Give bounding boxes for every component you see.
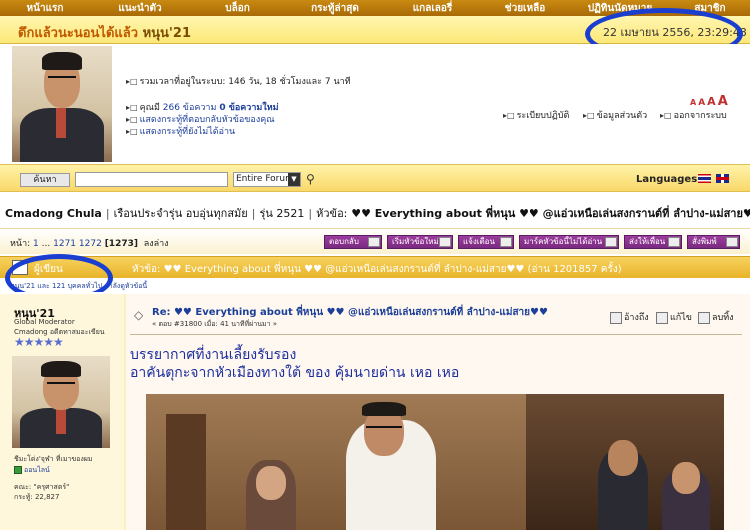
- nav-latest-posts[interactable]: กระทู้ล่าสุด: [285, 1, 385, 16]
- quote-icon: [610, 311, 622, 324]
- reply-icon: [368, 237, 380, 247]
- font-size-controls: AAAA: [690, 94, 730, 109]
- nav-help[interactable]: ช่วยเหลือ: [480, 1, 570, 16]
- rules-line: ▸□ ระเบียบปฏิบัติ: [503, 108, 569, 122]
- breadcrumb-class[interactable]: รุ่น 2521: [259, 207, 304, 220]
- printer-icon: [726, 237, 738, 247]
- page-first[interactable]: 1: [33, 239, 39, 249]
- font-size-m[interactable]: A: [707, 95, 716, 108]
- go-down-link[interactable]: ลงล่าง: [144, 239, 169, 249]
- user-avatar[interactable]: [12, 46, 112, 162]
- post-icon: ◇: [134, 308, 144, 322]
- bullet-icon: ▸□: [126, 77, 138, 86]
- profile-line: ▸□ ข้อมูลส่วนตัว: [583, 108, 647, 122]
- nav-gallery[interactable]: แกลเลอรี่: [385, 1, 480, 16]
- bullet-icon: ▸□: [126, 115, 138, 124]
- pagination: หน้า: 1 ... 1271 1272 [1273] ลงล่าง: [10, 239, 169, 249]
- bullet-icon: ▸□: [126, 103, 138, 112]
- nav-introduce[interactable]: แนะนำตัว: [90, 1, 190, 16]
- greeting-text: ดึกแล้วนะนอนได้แล้ว: [18, 26, 139, 41]
- topic-title-header: หัวข้อ: ♥♥ Everything about พี่หนุน ♥♥ @…: [132, 264, 622, 275]
- post-area: หนุน'21 Global Moderator Cmadong อดีตทาส…: [0, 292, 750, 530]
- chevron-down-icon[interactable]: ▼: [288, 173, 300, 186]
- logout-line: ▸□ ออกจากระบบ: [660, 108, 727, 122]
- search-button[interactable]: ค้นหา: [20, 173, 70, 187]
- bullet-icon: ▸□: [503, 111, 515, 120]
- welcome-message: ดึกแล้วนะนอนได้แล้ว หนุน'21: [18, 22, 191, 43]
- nav-blog[interactable]: บล็อก: [190, 1, 285, 16]
- author-rank-stars: ★★★★★: [14, 335, 64, 349]
- new-topic-button[interactable]: เริ่มหัวข้อใหม่: [387, 235, 453, 249]
- delete-button[interactable]: ลบทิ้ง: [698, 310, 734, 324]
- post-photo[interactable]: [146, 394, 724, 530]
- breadcrumb-board[interactable]: Cmadong Chula: [5, 207, 102, 220]
- font-size-xs[interactable]: A: [690, 98, 696, 107]
- search-input[interactable]: [75, 172, 228, 187]
- pagination-bar: หน้า: 1 ... 1271 1272 [1273] ลงล่าง ตอบก…: [0, 228, 750, 254]
- author-title: Global Moderator: [14, 318, 75, 326]
- new-topic-icon: [439, 237, 451, 247]
- edit-icon: [656, 311, 668, 324]
- bullet-icon: ▸□: [126, 127, 138, 136]
- mark-unread-button[interactable]: มาร์คหัวข้อนี้ไม่ได้อ่าน: [519, 235, 619, 249]
- font-size-l[interactable]: A: [718, 94, 728, 109]
- author-signature-quote: ชีมะโด่ง'จุฬา ที่เมาของผม: [14, 455, 93, 463]
- thai-flag-icon[interactable]: [698, 174, 711, 183]
- username-text[interactable]: หนุน'21: [143, 26, 191, 41]
- languages-label: Languages: [636, 174, 698, 185]
- search-scope-select[interactable]: Entire Forum ▼: [233, 172, 301, 187]
- bullet-icon: ▸□: [660, 111, 672, 120]
- page-1272[interactable]: 1272: [79, 239, 102, 249]
- online-status: ออนไลน์: [14, 465, 50, 476]
- breadcrumb: Cmadong Chula | เรือนประจำรุ่น อบอุ่นทุกสม…: [5, 204, 750, 222]
- notify-icon: [500, 237, 512, 247]
- mark-unread-icon: [605, 237, 617, 247]
- breadcrumb-topic-prefix: หัวข้อ:: [316, 207, 348, 220]
- post-divider: [130, 334, 742, 335]
- post-meta: « ตอบ #31800 เมื่อ: 41 นาทีที่ผ่านมา »: [152, 320, 278, 328]
- font-size-s[interactable]: A: [698, 98, 705, 108]
- show-unread-link[interactable]: แสดงกระทู้ที่ยังไม่ได้อ่าน: [140, 127, 236, 137]
- page-1271[interactable]: 1271: [53, 239, 76, 249]
- logout-link[interactable]: ออกจากระบบ: [674, 111, 727, 121]
- profile-link[interactable]: ข้อมูลส่วนตัว: [597, 111, 648, 121]
- search-bar: ค้นหา Entire Forum ▼ ⚲ Languages: [0, 164, 750, 192]
- total-time-line: ▸□ รวมเวลาที่อยู่ในระบบ: 146 วัน, 18 ชั่ว…: [126, 77, 351, 87]
- breadcrumb-topic[interactable]: ♥♥ Everything about พี่หนุน ♥♥ @แอ่วเหนื…: [351, 207, 750, 220]
- user-panel: ▸□ รวมเวลาที่อยู่ในระบบ: 146 วัน, 18 ชั่ว…: [0, 44, 750, 164]
- post-title[interactable]: Re: ♥♥ Everything about พี่หนุน ♥♥ @แอ่ว…: [152, 305, 548, 320]
- notify-button[interactable]: แจ้งเตือน: [458, 235, 514, 249]
- post-text-line: อาคันตุกะจากหัวเมืองทางใต้ ของ คุ้มนายด่…: [130, 365, 460, 381]
- nav-home[interactable]: หน้าแรก: [0, 1, 90, 16]
- post-body: ◇ Re: ♥♥ Everything about พี่หนุน ♥♥ @แอ…: [126, 294, 750, 530]
- forum-page: หน้าแรก แนะนำตัว บล็อก กระทู้ล่าสุด แกลเ…: [0, 0, 750, 530]
- rules-link[interactable]: ระเบียบปฏิบัติ: [517, 111, 570, 121]
- print-button[interactable]: สั่งพิมพ์: [687, 235, 740, 249]
- quote-button[interactable]: อ้างถึง: [610, 310, 649, 324]
- online-icon: [14, 466, 22, 474]
- breadcrumb-section[interactable]: เรือนประจำรุ่น อบอุ่นทุกสมัย: [114, 207, 248, 220]
- author-post-count: กระทู้: 22,827: [14, 493, 60, 501]
- show-unread-line: ▸□ แสดงกระทู้ที่ยังไม่ได้อ่าน: [126, 124, 235, 138]
- author-avatar[interactable]: [12, 356, 110, 448]
- reply-button[interactable]: ตอบกลับ: [324, 235, 382, 249]
- search-icon[interactable]: ⚲: [306, 172, 315, 186]
- author-panel: หนุน'21 Global Moderator Cmadong อดีตทาส…: [0, 294, 124, 530]
- send-friend-button[interactable]: ส่งให้เพื่อน: [624, 235, 682, 249]
- edit-button[interactable]: แก้ไข: [656, 310, 692, 324]
- page-current: [1273]: [104, 239, 138, 249]
- uk-flag-icon[interactable]: [716, 174, 729, 183]
- envelope-icon: [668, 237, 680, 247]
- bullet-icon: ▸□: [583, 111, 595, 120]
- delete-icon: [698, 311, 710, 324]
